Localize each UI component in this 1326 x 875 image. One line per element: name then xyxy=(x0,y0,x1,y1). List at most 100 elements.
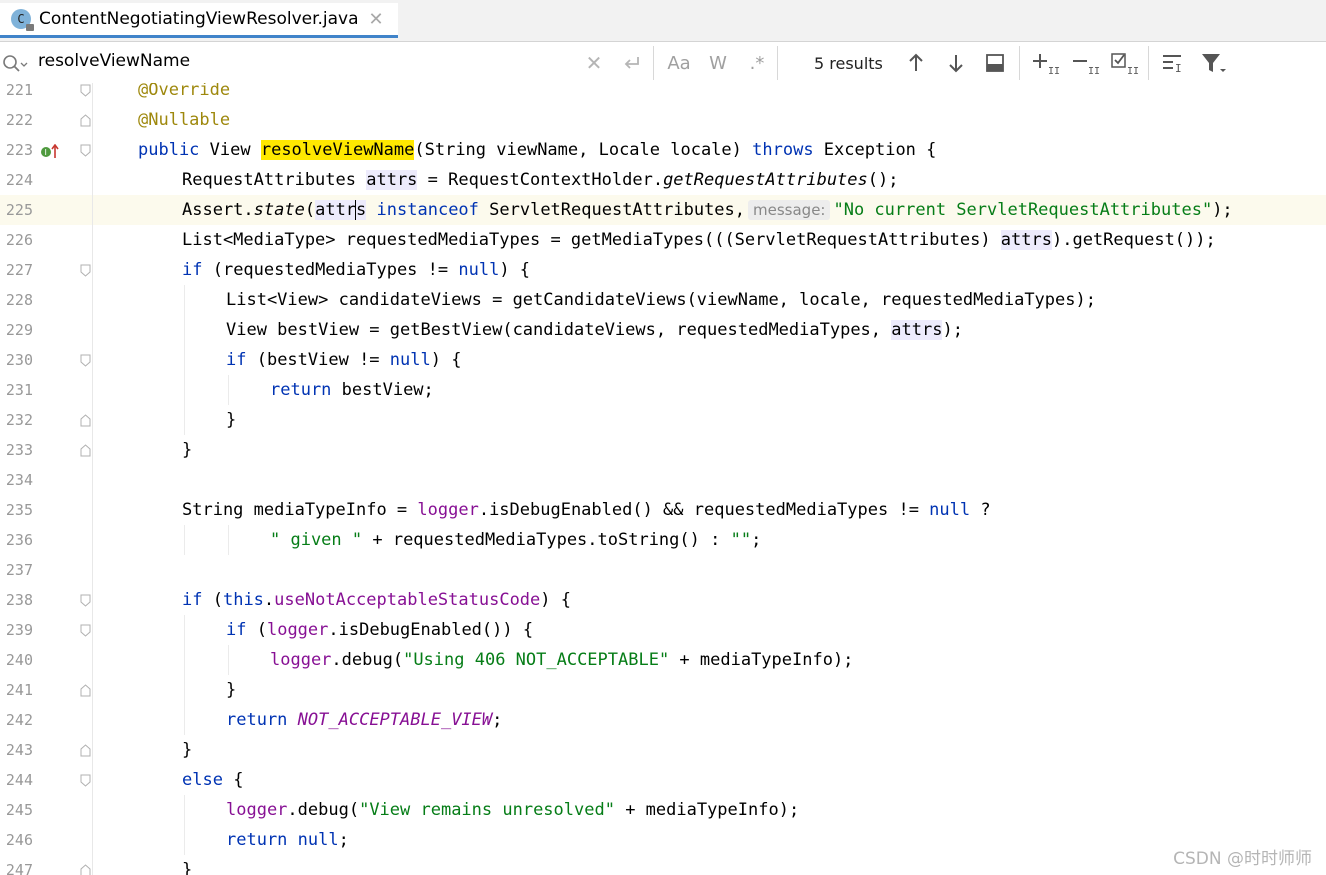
indent-guide xyxy=(184,375,185,405)
line-number: 227 xyxy=(5,261,33,279)
code-line[interactable]: 247} xyxy=(0,855,1326,875)
fold-start-icon[interactable] xyxy=(80,624,91,637)
code-line[interactable]: 228 List<View> candidateViews = getCandid… xyxy=(0,285,1326,315)
code-text: if (this.useNotAcceptableStatusCode) { xyxy=(182,585,571,615)
editor-tab-bar: C ContentNegotiatingViewResolver.java ✕ xyxy=(0,0,1326,42)
code-line[interactable]: 225 Assert.state(attrs instanceof Servlet… xyxy=(0,195,1326,225)
line-number: 238 xyxy=(5,591,33,609)
code-line[interactable]: 238 if (this.useNotAcceptableStatusCode) … xyxy=(0,585,1326,615)
code-token: ) { xyxy=(430,350,462,370)
code-line[interactable]: 231 return bestView; xyxy=(0,375,1326,405)
code-line[interactable]: 241} xyxy=(0,675,1326,705)
code-text: return bestView; xyxy=(270,375,434,405)
previous-occurrence-icon[interactable] xyxy=(904,50,928,76)
fold-end-icon[interactable] xyxy=(80,864,91,875)
code-token: null xyxy=(297,830,339,850)
code-line[interactable]: 245 logger.debug("View remains unresolved… xyxy=(0,795,1326,825)
code-token: public xyxy=(138,140,200,160)
code-line[interactable]: 224 RequestAttributes attrs = RequestCont… xyxy=(0,165,1326,195)
fold-end-icon[interactable] xyxy=(80,684,91,697)
code-line[interactable]: 227 if (requestedMediaTypes != null) { xyxy=(0,255,1326,285)
show-results-panel-icon[interactable] xyxy=(983,50,1007,76)
regex-toggle[interactable]: .* xyxy=(745,50,769,76)
remove-occurrence-icon[interactable]: II xyxy=(1070,50,1100,76)
code-line[interactable]: 230 if (bestView != null) { xyxy=(0,345,1326,375)
code-token: ; xyxy=(338,830,349,850)
fold-start-icon[interactable] xyxy=(80,144,91,157)
fold-end-icon[interactable] xyxy=(80,744,91,757)
multiline-toggle-icon[interactable] xyxy=(620,50,644,76)
code-line[interactable]: 242 return NOT_ACCEPTABLE_VIEW; xyxy=(0,705,1326,735)
code-line[interactable]: 240 logger.debug("Using 406 NOT_ACCEPTABL… xyxy=(0,645,1326,675)
fold-start-icon[interactable] xyxy=(80,594,91,607)
fold-end-icon[interactable] xyxy=(80,114,91,127)
code-token: logger xyxy=(266,620,329,640)
line-number: 234 xyxy=(5,471,33,489)
code-token: ).getRequest()); xyxy=(1051,230,1216,250)
code-token: "View remains unresolved" xyxy=(359,800,615,820)
close-tab-icon[interactable]: ✕ xyxy=(369,9,384,30)
select-all-occurrences-icon[interactable]: II xyxy=(1109,50,1139,76)
code-line[interactable]: 243} xyxy=(0,735,1326,765)
code-line[interactable]: 237 xyxy=(0,555,1326,585)
code-token: Assert. xyxy=(182,200,254,220)
code-token: attr xyxy=(315,200,357,220)
code-token: "No current ServletRequestAttributes" xyxy=(833,200,1213,220)
line-number: 230 xyxy=(5,351,33,369)
match-case-toggle[interactable]: Aa xyxy=(666,50,692,76)
watermark: CSDN @时时师师 xyxy=(1173,849,1312,869)
fold-start-icon[interactable] xyxy=(80,774,91,787)
next-occurrence-icon[interactable] xyxy=(944,50,968,76)
code-token: List<View> candidateViews = getCandidate… xyxy=(226,290,1096,310)
overridden-method-marker[interactable]: I xyxy=(40,144,62,160)
code-editor[interactable]: 221 @Override 222 @Nullable 223 public View r… xyxy=(0,83,1326,875)
search-input[interactable] xyxy=(38,51,558,71)
line-number: 247 xyxy=(5,861,33,875)
code-text: View bestView = getBestView(candidateVie… xyxy=(226,315,963,345)
fold-end-icon[interactable] xyxy=(80,444,91,457)
code-line[interactable]: 229 View bestView = getBestView(candidate… xyxy=(0,315,1326,345)
java-class-icon: C xyxy=(11,9,34,31)
code-line[interactable]: 222 @Nullable xyxy=(0,105,1326,135)
editor-tab[interactable]: C ContentNegotiatingViewResolver.java ✕ xyxy=(0,3,398,38)
code-token: @Nullable xyxy=(138,110,231,130)
code-line[interactable]: 223 public View resolveViewName(String vi… xyxy=(0,135,1326,165)
line-number: 228 xyxy=(5,291,33,309)
code-token: if xyxy=(226,620,247,640)
fold-start-icon[interactable] xyxy=(80,84,91,97)
code-text: RequestAttributes attrs = RequestContext… xyxy=(182,165,898,195)
code-token: (requestedMediaTypes != xyxy=(202,260,459,280)
fold-start-icon[interactable] xyxy=(80,264,91,277)
code-token: this xyxy=(222,590,264,610)
clear-search-icon[interactable]: ✕ xyxy=(584,50,604,76)
code-line[interactable]: 235 String mediaTypeInfo = logger.isDebug… xyxy=(0,495,1326,525)
filter-icon[interactable] xyxy=(1199,50,1227,76)
svg-text:II: II xyxy=(1127,66,1139,76)
code-token: s xyxy=(356,200,367,220)
line-number: 224 xyxy=(5,171,33,189)
code-text: if (bestView != null) { xyxy=(226,345,461,375)
code-line[interactable]: 234 xyxy=(0,465,1326,495)
fold-start-icon[interactable] xyxy=(80,354,91,367)
code-line[interactable]: 232} xyxy=(0,405,1326,435)
lock-icon xyxy=(26,24,34,31)
code-line[interactable]: 239 if (logger.isDebugEnabled()) { xyxy=(0,615,1326,645)
implements-method-icon[interactable]: I xyxy=(40,144,62,160)
toolbar-separator xyxy=(1019,46,1020,80)
code-line[interactable]: 246 return null; xyxy=(0,825,1326,855)
fold-end-icon[interactable] xyxy=(80,414,91,427)
code-token: NOT_ACCEPTABLE_VIEW xyxy=(297,710,493,730)
line-number: 231 xyxy=(5,381,33,399)
search-icon[interactable] xyxy=(2,54,28,74)
code-line[interactable]: 233} xyxy=(0,435,1326,465)
code-line[interactable]: 244 else { xyxy=(0,765,1326,795)
code-line[interactable]: 226 List<MediaType> requestedMediaTypes =… xyxy=(0,225,1326,255)
code-line[interactable]: 236 " given " + requestedMediaTypes.toStr… xyxy=(0,525,1326,555)
toolbar-separator xyxy=(653,46,654,80)
filter-search-results-icon[interactable]: I xyxy=(1159,50,1187,76)
code-token: ( xyxy=(246,620,267,640)
whole-words-toggle[interactable]: W xyxy=(706,50,730,76)
add-occurrence-icon[interactable]: II xyxy=(1030,50,1060,76)
code-line[interactable]: 221 @Override xyxy=(0,83,1326,105)
